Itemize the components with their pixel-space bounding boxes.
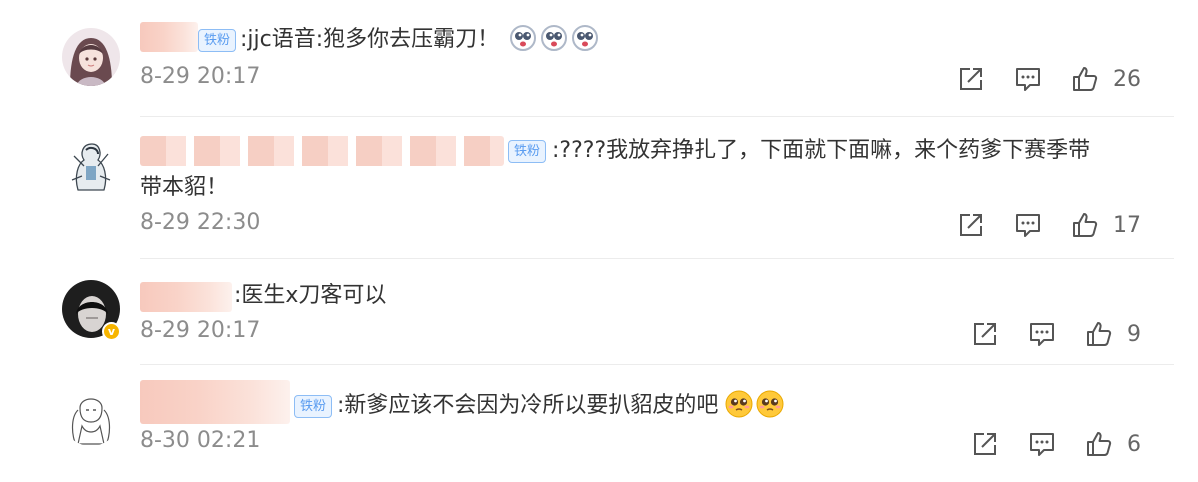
username-blurred[interactable] (140, 22, 198, 52)
comment-actions: 17 (957, 211, 1141, 239)
share-button[interactable] (971, 430, 999, 458)
comment-text: :新爹应该不会因为冷所以要扒貂皮的吧 (337, 390, 784, 422)
share-icon (960, 214, 982, 236)
comment-text: :医生x刀客可以 (234, 283, 387, 308)
comment-icon (1016, 68, 1040, 91)
comment-item: 铁粉 :新爹应该不会因为冷所以要扒貂皮的吧 8-30 02:21 6 (0, 368, 1198, 482)
share-icon (960, 68, 982, 90)
username-blurred[interactable] (140, 136, 504, 166)
crying-face-icon (510, 25, 537, 51)
pleading-face-icon (756, 390, 784, 418)
username-blurred[interactable] (140, 380, 290, 424)
thumbs-up-icon (1087, 322, 1112, 346)
verified-badge-icon: v (102, 322, 121, 341)
comment-text-line2: 带本貂！ (140, 175, 229, 200)
comment-item: 铁粉 :????我放弃挣扎了，下面就下面嘛，来个药爹下赛季带 带本貂！ 8-29… (0, 120, 1198, 260)
crying-face-icon (541, 25, 568, 51)
comment-button[interactable] (1028, 430, 1056, 458)
comment-text-line1: :????我放弃挣扎了，下面就下面嘛，来个药爹下赛季带 (552, 138, 1091, 163)
comment-time: 8-29 20:17 (140, 318, 261, 343)
comment-feed: 铁粉 :jjc语音:狍多你去压霸刀！ 8-29 20:17 26 铁粉:???… (0, 0, 1198, 482)
comment-button[interactable] (1028, 320, 1056, 348)
avatar-image (62, 388, 120, 446)
avatar[interactable] (62, 28, 120, 86)
share-icon (974, 323, 996, 345)
thumbs-up-icon (1087, 432, 1112, 456)
share-button[interactable] (971, 320, 999, 348)
comment-actions: 9 (971, 320, 1141, 348)
like-button[interactable]: 17 (1071, 211, 1141, 239)
comment-text-content: :jjc语音:狍多你去压霸刀！ (240, 27, 500, 52)
like-button[interactable]: 26 (1071, 65, 1141, 93)
avatar[interactable] (62, 136, 120, 194)
comment-text: :jjc语音:狍多你去压霸刀！ (240, 24, 599, 56)
fan-badge[interactable]: 铁粉 (198, 29, 237, 52)
divider (140, 258, 1174, 259)
like-button[interactable]: 9 (1085, 320, 1141, 348)
comment-time: 8-30 02:21 (140, 428, 261, 453)
thumbs-up-icon (1073, 213, 1098, 237)
divider (140, 116, 1174, 117)
fan-badge[interactable]: 铁粉 (294, 395, 333, 418)
comment-actions: 6 (971, 430, 1141, 458)
avatar-image (62, 28, 120, 86)
like-button[interactable]: 6 (1085, 430, 1141, 458)
like-count: 26 (1113, 66, 1141, 92)
comment-icon (1030, 323, 1054, 346)
fan-badge[interactable]: 铁粉 (508, 140, 547, 163)
like-count: 17 (1113, 212, 1141, 238)
comment-icon (1016, 214, 1040, 237)
comment-icon (1030, 433, 1054, 456)
comment-time: 8-29 20:17 (140, 64, 261, 89)
comment-actions: 26 (957, 65, 1141, 93)
avatar-image (62, 136, 120, 194)
comment-button[interactable] (1014, 211, 1042, 239)
avatar[interactable] (62, 388, 120, 446)
like-count: 9 (1127, 321, 1141, 347)
pleading-face-icon (725, 390, 753, 418)
username-blurred[interactable] (140, 282, 232, 312)
comment-item: v :医生x刀客可以 8-29 20:17 9 (0, 260, 1198, 368)
divider (140, 364, 1174, 365)
crying-face-icon (572, 25, 599, 51)
share-button[interactable] (957, 211, 985, 239)
comment-text-content: :新爹应该不会因为冷所以要扒貂皮的吧 (337, 393, 719, 418)
thumbs-up-icon (1073, 67, 1098, 91)
comment-item: 铁粉 :jjc语音:狍多你去压霸刀！ 8-29 20:17 26 (0, 0, 1198, 120)
share-button[interactable] (957, 65, 985, 93)
share-icon (974, 433, 996, 455)
like-count: 6 (1127, 431, 1141, 457)
comment-button[interactable] (1014, 65, 1042, 93)
comment-time: 8-29 22:30 (140, 210, 261, 235)
